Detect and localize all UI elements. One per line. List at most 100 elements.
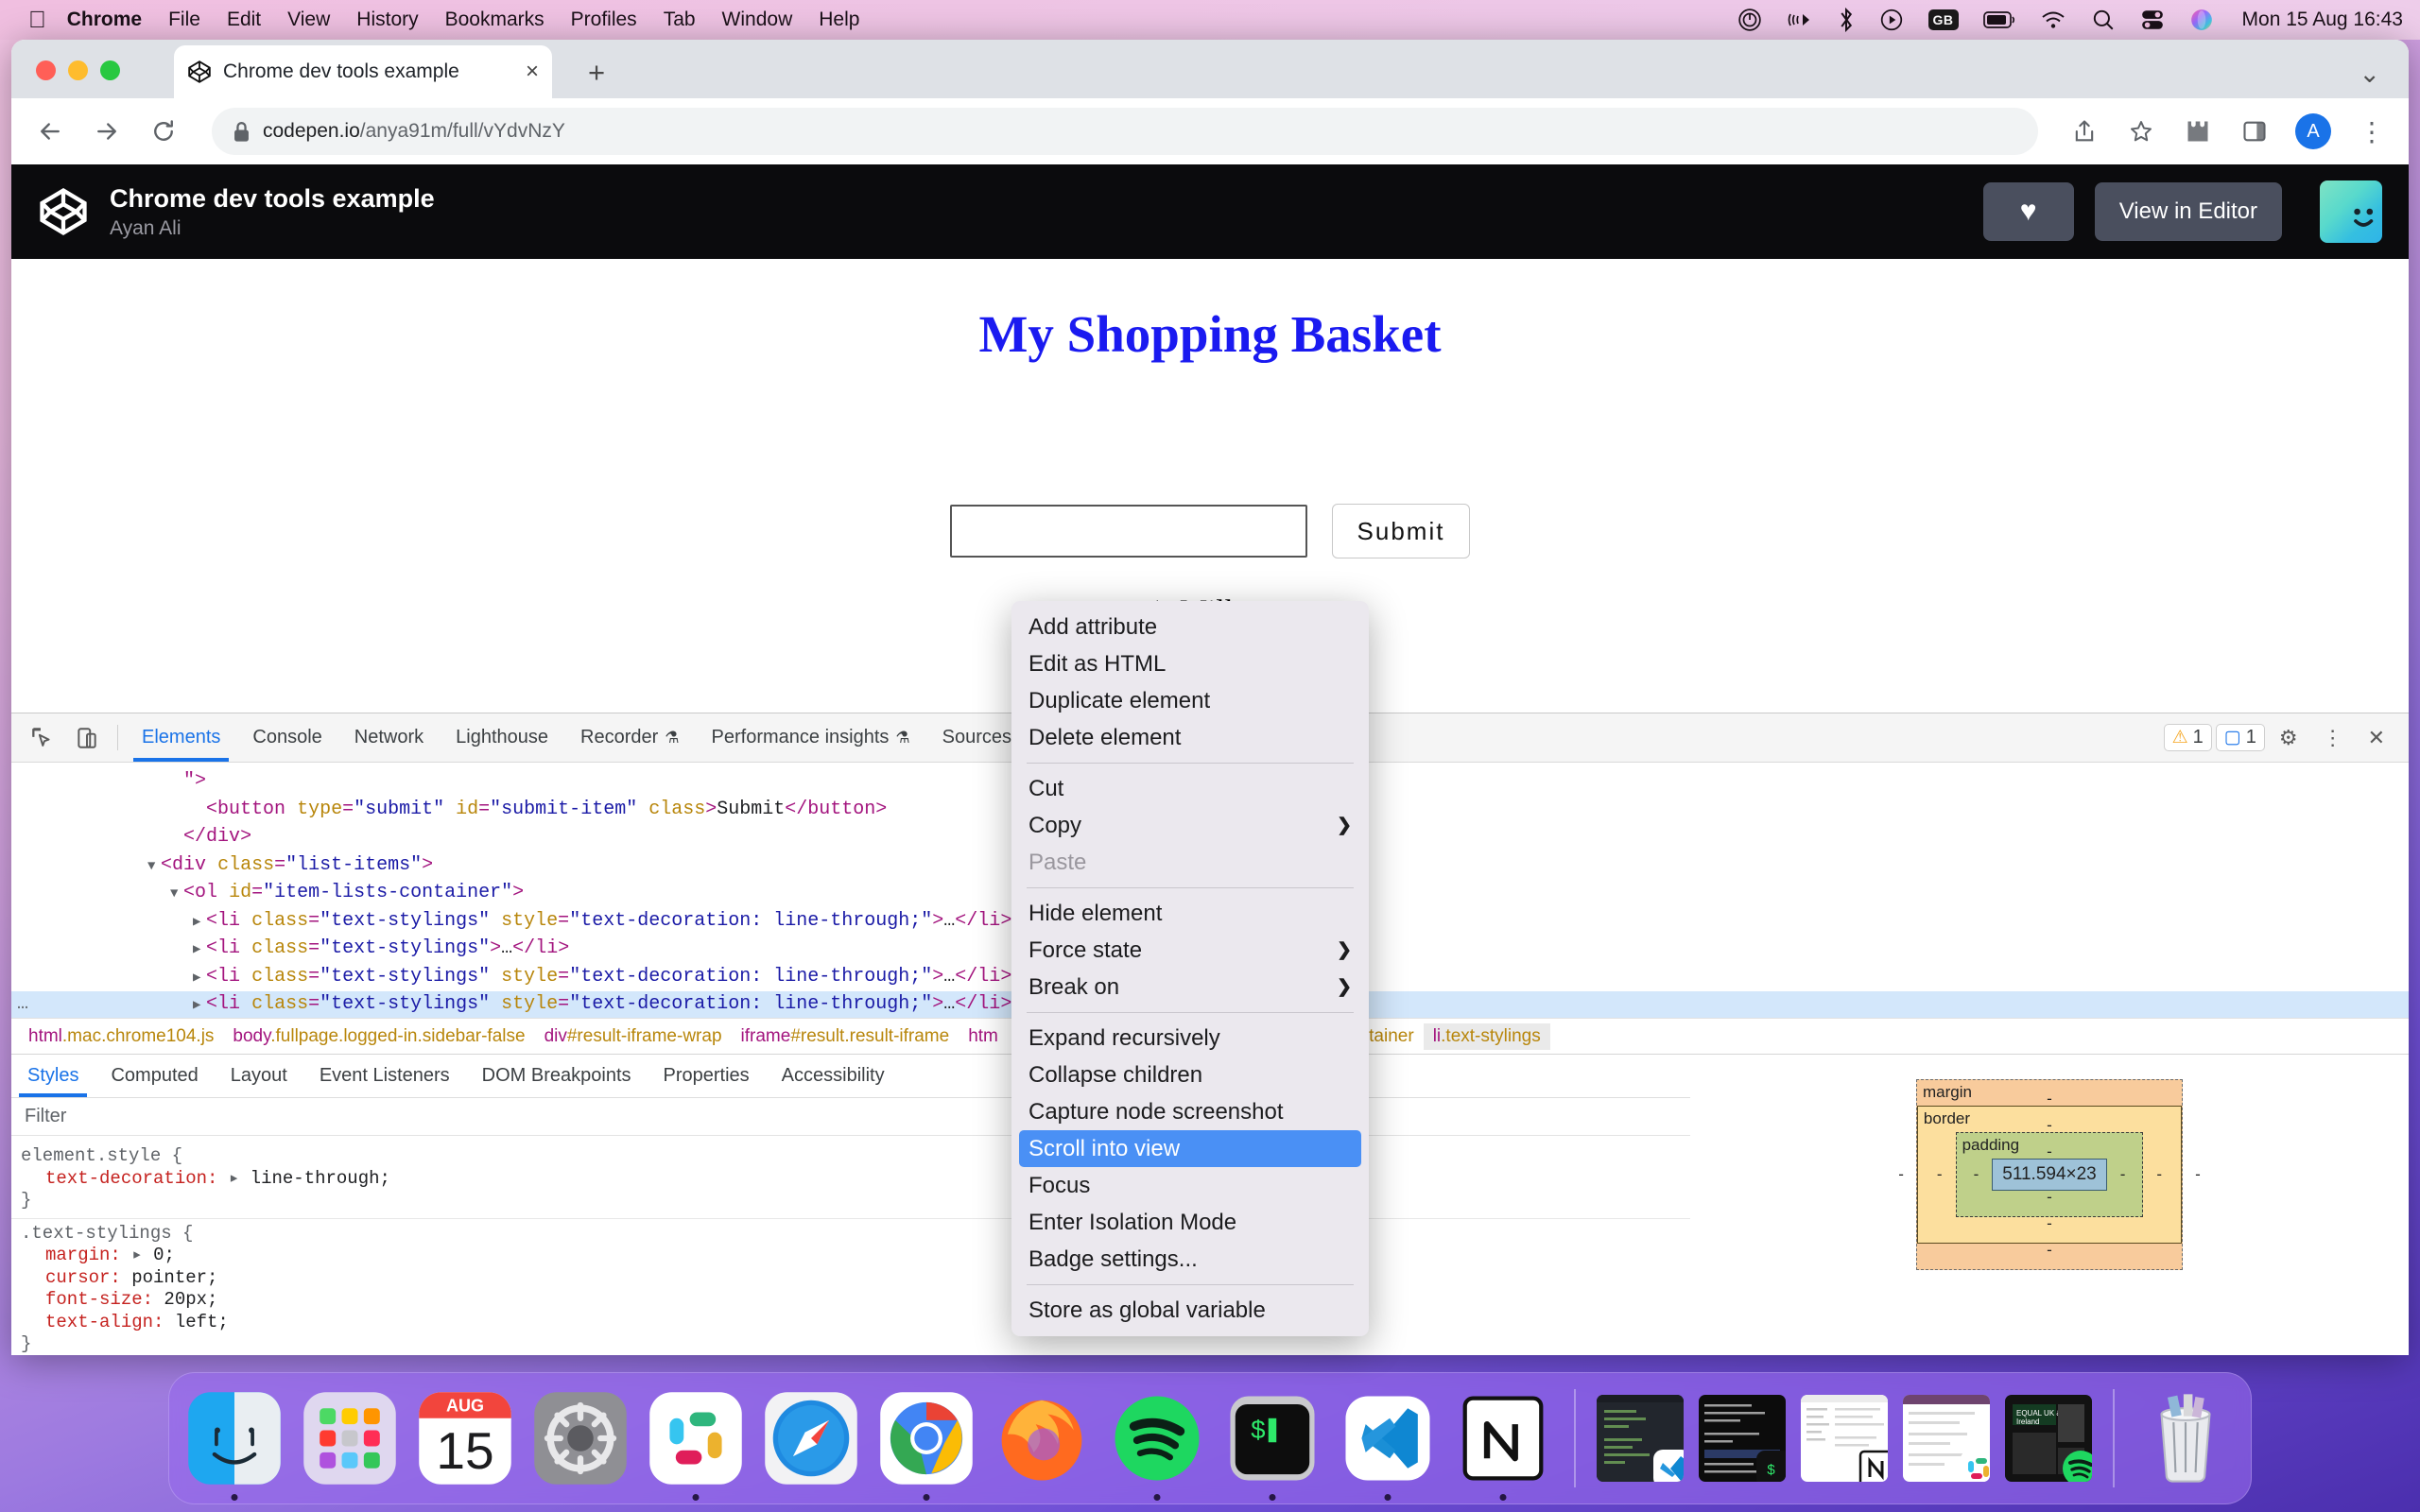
minimized-window-slack[interactable]	[1903, 1395, 1990, 1482]
tab-network[interactable]: Network	[338, 713, 440, 762]
menu-item-history[interactable]: History	[356, 9, 418, 31]
dock-app-vs-code[interactable]	[1338, 1388, 1438, 1501]
tab-lighthouse[interactable]: Lighthouse	[440, 713, 564, 762]
context-menu-item[interactable]: Cut	[1011, 770, 1369, 807]
inspect-element-icon[interactable]	[19, 713, 64, 762]
forward-button[interactable]	[89, 113, 125, 149]
styles-filter-input[interactable]: Filter	[11, 1098, 1690, 1136]
disclosure-triangle-icon[interactable]: ▸	[217, 1168, 239, 1189]
battery-icon[interactable]	[1982, 6, 2015, 34]
dock-app-spotify[interactable]	[1107, 1388, 1207, 1501]
keyboard-layout-icon[interactable]: GB	[1927, 6, 1959, 34]
box-model-content-size[interactable]: 511.594×23	[1992, 1159, 2107, 1191]
context-menu-item[interactable]: Focus	[1011, 1167, 1369, 1204]
box-model-padding[interactable]: padding - - 511.594×23 - -	[1955, 1132, 2144, 1217]
context-menu-item[interactable]: Add attribute	[1011, 609, 1369, 645]
browser-tab[interactable]: Chrome dev tools example ×	[174, 45, 552, 98]
side-panel-icon[interactable]	[2238, 115, 2271, 147]
message-count-badge[interactable]: ▢ 1	[2215, 724, 2265, 751]
menubar-clock[interactable]: Mon 15 Aug 16:43	[2242, 9, 2403, 31]
item-input-field[interactable]	[949, 505, 1307, 558]
menu-item-bookmarks[interactable]: Bookmarks	[445, 9, 544, 31]
new-tab-button[interactable]: +	[588, 58, 605, 87]
close-window-button[interactable]	[36, 60, 56, 80]
tab-search-chevron-icon[interactable]: ⌄	[2359, 60, 2380, 89]
context-menu-item[interactable]: Capture node screenshot	[1011, 1093, 1369, 1130]
airplay-audio-icon[interactable]	[1787, 6, 1813, 34]
expand-triangle-icon[interactable]: ▶	[193, 966, 206, 992]
menu-item-edit[interactable]: Edit	[227, 9, 261, 31]
do-not-disturb-icon[interactable]	[1737, 6, 1762, 34]
css-property[interactable]: cursor:	[21, 1267, 121, 1290]
spotlight-search-icon[interactable]	[2091, 6, 2116, 34]
breadcrumb-item[interactable]: iframe#result.result-iframe	[732, 1023, 959, 1050]
wifi-icon[interactable]	[2040, 6, 2066, 34]
styles-tab-dom-breakpoints[interactable]: DOM Breakpoints	[466, 1055, 648, 1097]
tab-performance-insights[interactable]: Performance insights ⚗	[696, 713, 926, 762]
css-property[interactable]: margin:	[21, 1245, 121, 1267]
address-bar[interactable]: codepen.io/anya91m/full/vYdvNzY	[212, 108, 2038, 155]
context-menu-item[interactable]: Force state ❯	[1011, 932, 1369, 969]
css-value[interactable]: pointer;	[121, 1267, 217, 1288]
context-menu-item[interactable]: Store as global variable	[1011, 1292, 1369, 1329]
css-value[interactable]: left;	[164, 1312, 229, 1332]
user-avatar[interactable]	[2320, 180, 2382, 243]
css-value[interactable]: 20px;	[153, 1289, 217, 1310]
expand-triangle-icon[interactable]: ▼	[170, 882, 183, 908]
styles-tab-computed[interactable]: Computed	[95, 1055, 214, 1097]
css-declaration[interactable]: text-align: left;	[21, 1312, 1690, 1334]
bluetooth-icon[interactable]	[1838, 6, 1855, 34]
control-center-icon[interactable]	[2140, 6, 2165, 34]
context-menu-item[interactable]: Break on ❯	[1011, 969, 1369, 1005]
love-button[interactable]: ♥	[1982, 182, 2074, 241]
css-declaration[interactable]: cursor: pointer;	[21, 1267, 1690, 1290]
css-selector[interactable]: .text-stylings {	[21, 1223, 1690, 1246]
context-menu-item[interactable]: Badge settings...	[1011, 1241, 1369, 1278]
lock-icon[interactable]	[233, 121, 250, 142]
styles-tab-styles[interactable]: Styles	[11, 1055, 95, 1097]
css-rules-list[interactable]: element.style {text-decoration: ▸ line-t…	[11, 1136, 1690, 1355]
breadcrumb-item[interactable]: html.mac.chrome104.js	[19, 1023, 223, 1050]
expand-triangle-icon[interactable]: ▶	[193, 993, 206, 1018]
css-value[interactable]: line-through;	[239, 1168, 390, 1189]
expand-triangle-icon[interactable]: ▼	[147, 854, 161, 881]
menu-item-help[interactable]: Help	[819, 9, 859, 31]
dock-app-calendar[interactable]: AUG 15	[415, 1388, 515, 1488]
css-value[interactable]: 0;	[143, 1245, 175, 1265]
kebab-menu-icon[interactable]: ⋮	[2312, 726, 2354, 750]
context-menu-item[interactable]: Copy ❯	[1011, 807, 1369, 844]
menu-item-tab[interactable]: Tab	[664, 9, 696, 31]
devtools-context-menu[interactable]: Add attribute Edit as HTML Duplicate eleme…	[1011, 601, 1369, 1336]
context-menu-item[interactable]: Edit as HTML	[1011, 645, 1369, 682]
minimized-window-notion[interactable]	[1801, 1395, 1888, 1482]
dock-app-notion[interactable]	[1453, 1388, 1553, 1501]
tab-recorder[interactable]: Recorder ⚗	[564, 713, 696, 762]
context-menu-item[interactable]: Hide element	[1011, 895, 1369, 932]
expand-triangle-icon[interactable]: ▶	[193, 937, 206, 964]
gear-icon[interactable]: ⚙	[2269, 726, 2308, 750]
css-declaration[interactable]: text-decoration: ▸ line-through;	[21, 1168, 1690, 1191]
expand-triangle-icon[interactable]: ▶	[193, 910, 206, 936]
apple-logo-icon[interactable]: 	[28, 8, 46, 32]
context-menu-item[interactable]: Duplicate element	[1011, 682, 1369, 719]
menu-item-view[interactable]: View	[287, 9, 330, 31]
breadcrumb-item[interactable]: body.fullpage.logged-in.sidebar-false	[223, 1023, 534, 1050]
extensions-puzzle-icon[interactable]	[2182, 115, 2214, 147]
dock-app-system-preferences[interactable]	[530, 1388, 631, 1488]
minimized-window-vs-code[interactable]	[1597, 1395, 1684, 1482]
styles-tab-accessibility[interactable]: Accessibility	[766, 1055, 901, 1097]
view-in-editor-button[interactable]: View in Editor	[2094, 182, 2282, 241]
context-menu-item[interactable]: Enter Isolation Mode	[1011, 1204, 1369, 1241]
dock-app-chrome[interactable]	[876, 1388, 977, 1501]
styles-tab-layout[interactable]: Layout	[215, 1055, 303, 1097]
css-rule[interactable]: element.style {text-decoration: ▸ line-t…	[11, 1142, 1690, 1219]
context-menu-item[interactable]: Scroll into view	[1019, 1130, 1361, 1167]
dock-app-firefox[interactable]	[992, 1388, 1092, 1488]
dock-app-safari[interactable]	[761, 1388, 861, 1488]
dock-app-launchpad[interactable]	[300, 1388, 400, 1488]
device-toolbar-icon[interactable]	[64, 713, 110, 762]
codepen-logo-icon[interactable]	[38, 186, 89, 237]
tab-close-icon[interactable]: ×	[526, 60, 539, 83]
box-model-diagram[interactable]: margin - - border - - padding - - 511.59…	[1898, 1079, 2201, 1355]
context-menu-item[interactable]: Delete element	[1011, 719, 1369, 756]
